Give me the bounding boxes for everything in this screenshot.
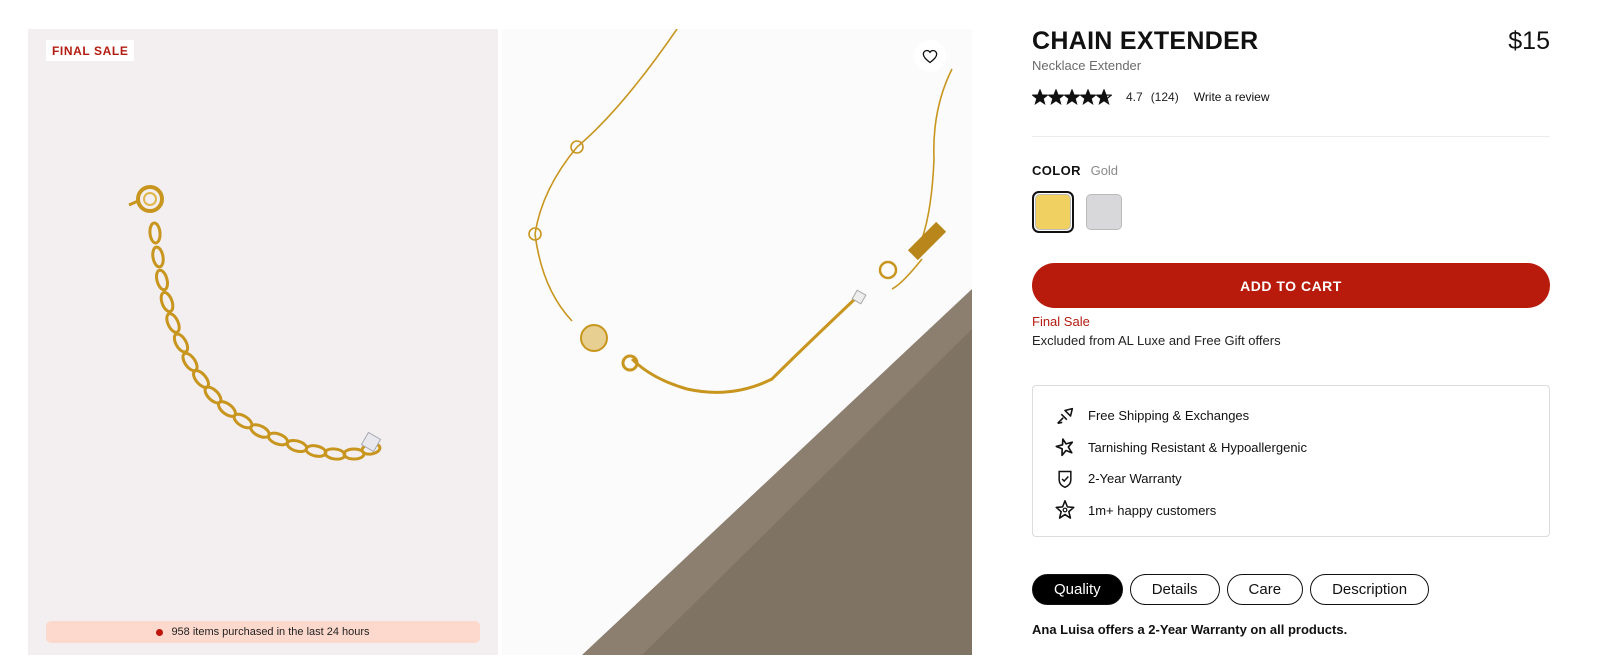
benefits-box: Free Shipping & Exchanges Tarnishing Res… bbox=[1032, 385, 1550, 537]
star-outline-icon bbox=[1053, 498, 1077, 522]
benefit-text: 2-Year Warranty bbox=[1088, 471, 1182, 487]
color-swatch-silver[interactable] bbox=[1083, 191, 1125, 233]
star-icon bbox=[1080, 89, 1096, 105]
product-title: CHAIN EXTENDER bbox=[1032, 27, 1259, 55]
color-swatches bbox=[1032, 191, 1134, 233]
write-review-link[interactable]: Write a review bbox=[1194, 90, 1270, 104]
add-to-cart-button[interactable]: ADD TO CART bbox=[1032, 263, 1550, 308]
sparkle-icon bbox=[1053, 435, 1077, 459]
final-sale-note: Final Sale bbox=[1032, 314, 1090, 329]
tab-quality[interactable]: Quality bbox=[1032, 574, 1123, 605]
shipping-icon bbox=[1053, 404, 1077, 428]
divider bbox=[1032, 136, 1550, 137]
star-icon bbox=[1048, 89, 1064, 105]
product-price: $15 bbox=[1508, 27, 1550, 55]
necklace-illustration bbox=[528, 29, 972, 655]
final-sale-badge: FINAL SALE bbox=[46, 40, 135, 61]
selected-color-name: Gold bbox=[1090, 163, 1119, 178]
product-photo-extender[interactable]: FINAL SALE 958 items purchased in the la… bbox=[28, 29, 498, 655]
star-icon bbox=[1064, 89, 1080, 105]
tab-content: Ana Luisa offers a 2-Year Warranty on al… bbox=[1032, 622, 1348, 637]
color-selector-label: COLOR Gold bbox=[1032, 163, 1118, 178]
purchase-activity-banner: 958 items purchased in the last 24 hours bbox=[46, 621, 480, 643]
swatch-fill bbox=[1035, 194, 1071, 230]
benefit-warranty: 2-Year Warranty bbox=[1053, 463, 1549, 495]
rating-summary[interactable]: 4.7 (124) Write a review bbox=[1032, 87, 1270, 107]
product-photo-worn-style[interactable] bbox=[502, 29, 972, 655]
purchase-activity-text: 958 items purchased in the last 24 hours bbox=[171, 626, 370, 638]
star-rating bbox=[1032, 89, 1112, 105]
benefit-text: Tarnishing Resistant & Hypoallergenic bbox=[1088, 439, 1307, 455]
shield-check-icon bbox=[1053, 467, 1077, 491]
tab-description[interactable]: Description bbox=[1310, 574, 1430, 605]
info-tabs: Quality Details Care Description bbox=[1032, 574, 1436, 605]
color-label: COLOR bbox=[1032, 163, 1081, 178]
star-icon bbox=[1096, 89, 1112, 105]
wishlist-button[interactable] bbox=[914, 40, 946, 72]
benefit-tarnish: Tarnishing Resistant & Hypoallergenic bbox=[1053, 432, 1549, 464]
tab-details[interactable]: Details bbox=[1129, 574, 1220, 605]
rating-value: 4.7 bbox=[1126, 90, 1143, 104]
benefit-shipping: Free Shipping & Exchanges bbox=[1053, 400, 1549, 432]
chain-extender-illustration bbox=[128, 185, 382, 461]
color-swatch-gold[interactable] bbox=[1032, 191, 1074, 233]
tab-care[interactable]: Care bbox=[1226, 574, 1304, 605]
benefit-text: Free Shipping & Exchanges bbox=[1088, 408, 1250, 424]
live-dot-icon bbox=[156, 628, 164, 636]
heart-icon bbox=[922, 49, 938, 63]
star-icon bbox=[1032, 89, 1048, 105]
product-subtitle: Necklace Extender bbox=[1032, 58, 1142, 73]
review-count[interactable]: (124) bbox=[1151, 90, 1179, 104]
benefit-customers: 1m+ happy customers bbox=[1053, 495, 1549, 527]
swatch-fill bbox=[1086, 194, 1122, 230]
offer-exclusion-note: Excluded from AL Luxe and Free Gift offe… bbox=[1032, 333, 1281, 348]
benefit-text: 1m+ happy customers bbox=[1088, 502, 1217, 518]
